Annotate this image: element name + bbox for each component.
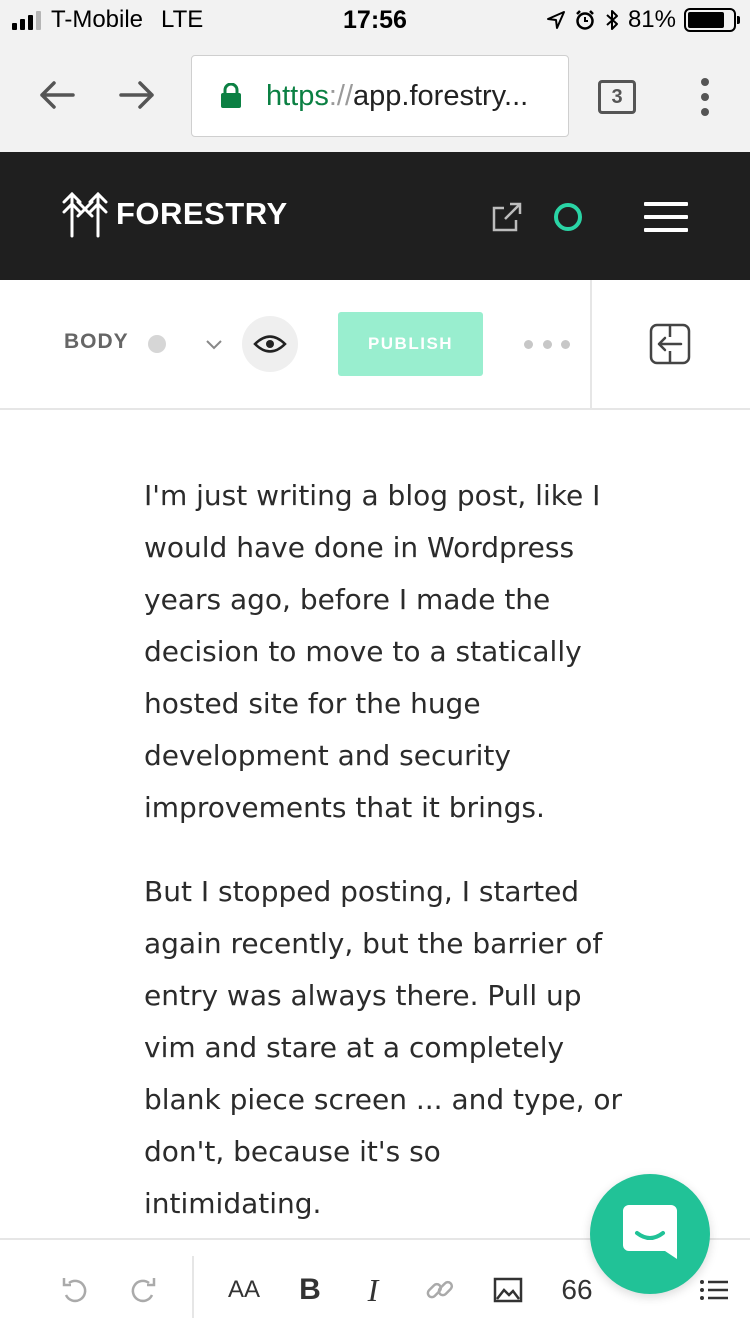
sidebar-toggle-icon[interactable] xyxy=(649,323,691,365)
forward-arrow-icon xyxy=(119,81,154,109)
status-ring-icon xyxy=(554,203,582,231)
url-separator: :// xyxy=(328,79,354,112)
signal-strength-icon xyxy=(12,10,41,30)
bold-label: B xyxy=(299,1273,321,1306)
alarm-clock-icon xyxy=(576,10,594,30)
link-icon xyxy=(426,1280,454,1299)
eye-icon xyxy=(253,335,287,353)
publish-label: PUBLISH xyxy=(367,334,454,353)
url-scheme: https xyxy=(266,79,329,112)
status-right: 81% xyxy=(546,6,740,34)
external-link-icon[interactable] xyxy=(490,200,524,234)
undo-icon xyxy=(62,1278,87,1303)
status-dot-icon xyxy=(148,335,166,353)
status-bar: T-Mobile LTE 17:56 81% xyxy=(0,0,750,40)
quote-icon[interactable]: 66 xyxy=(560,1270,594,1310)
forestry-logo-icon xyxy=(62,191,108,238)
undo-button[interactable] xyxy=(58,1270,92,1310)
italic-icon[interactable]: I xyxy=(360,1270,386,1310)
battery-icon xyxy=(684,8,740,32)
format-separator xyxy=(192,1256,194,1318)
battery-percent: 81% xyxy=(627,6,676,33)
redo-icon xyxy=(131,1278,156,1303)
list-icon xyxy=(700,1280,728,1300)
tabs-button[interactable]: 3 xyxy=(598,80,636,114)
tab-count: 3 xyxy=(611,85,623,108)
chat-button[interactable] xyxy=(590,1174,710,1294)
chat-bubble-icon xyxy=(623,1205,677,1259)
bold-icon[interactable]: B xyxy=(296,1270,324,1310)
bluetooth-icon xyxy=(606,10,618,30)
hamburger-icon[interactable] xyxy=(644,202,688,232)
more-dots-icon[interactable] xyxy=(524,332,570,356)
quote-label: 66 xyxy=(561,1274,593,1305)
editor-toolbar: BODY PUBLISH xyxy=(0,280,750,410)
carrier-name: T-Mobile xyxy=(51,6,144,33)
lock-icon xyxy=(221,83,241,108)
chevron-down-icon[interactable] xyxy=(202,332,226,356)
image-button[interactable] xyxy=(492,1270,524,1310)
back-button[interactable] xyxy=(32,70,82,120)
italic-label: I xyxy=(367,1271,379,1308)
paragraph[interactable]: I'm just writing a blog post, like I wou… xyxy=(144,470,624,834)
forward-button[interactable] xyxy=(112,70,162,120)
back-arrow-icon xyxy=(40,81,75,109)
url-host: app.forestry... xyxy=(353,79,529,112)
list-button[interactable] xyxy=(698,1270,730,1310)
url-bar[interactable]: https://app.forestry... xyxy=(191,55,569,137)
forestry-logo[interactable]: FORESTRY xyxy=(62,190,288,238)
toolbar-divider xyxy=(590,280,592,410)
section-label[interactable]: BODY xyxy=(64,330,129,354)
paragraph[interactable]: But I stopped posting, I started again r… xyxy=(144,866,624,1230)
overflow-menu-icon[interactable] xyxy=(690,74,720,120)
app-header: FORESTRY xyxy=(0,152,750,280)
browser-toolbar: https://app.forestry... 3 xyxy=(0,40,750,152)
link-button[interactable] xyxy=(424,1270,456,1310)
redo-button[interactable] xyxy=(126,1270,160,1310)
location-arrow-icon xyxy=(546,11,565,29)
editor-body[interactable]: I'm just writing a blog post, like I wou… xyxy=(144,470,624,1262)
font-size-label: AA xyxy=(227,1276,260,1303)
preview-button[interactable] xyxy=(242,316,298,372)
network-type: LTE xyxy=(161,6,204,33)
logo-text: FORESTRY xyxy=(116,196,288,231)
image-icon xyxy=(493,1277,523,1303)
status-left: T-Mobile LTE xyxy=(12,6,203,34)
font-size-icon[interactable]: AA xyxy=(226,1270,262,1310)
publish-button[interactable]: PUBLISH xyxy=(338,312,483,376)
